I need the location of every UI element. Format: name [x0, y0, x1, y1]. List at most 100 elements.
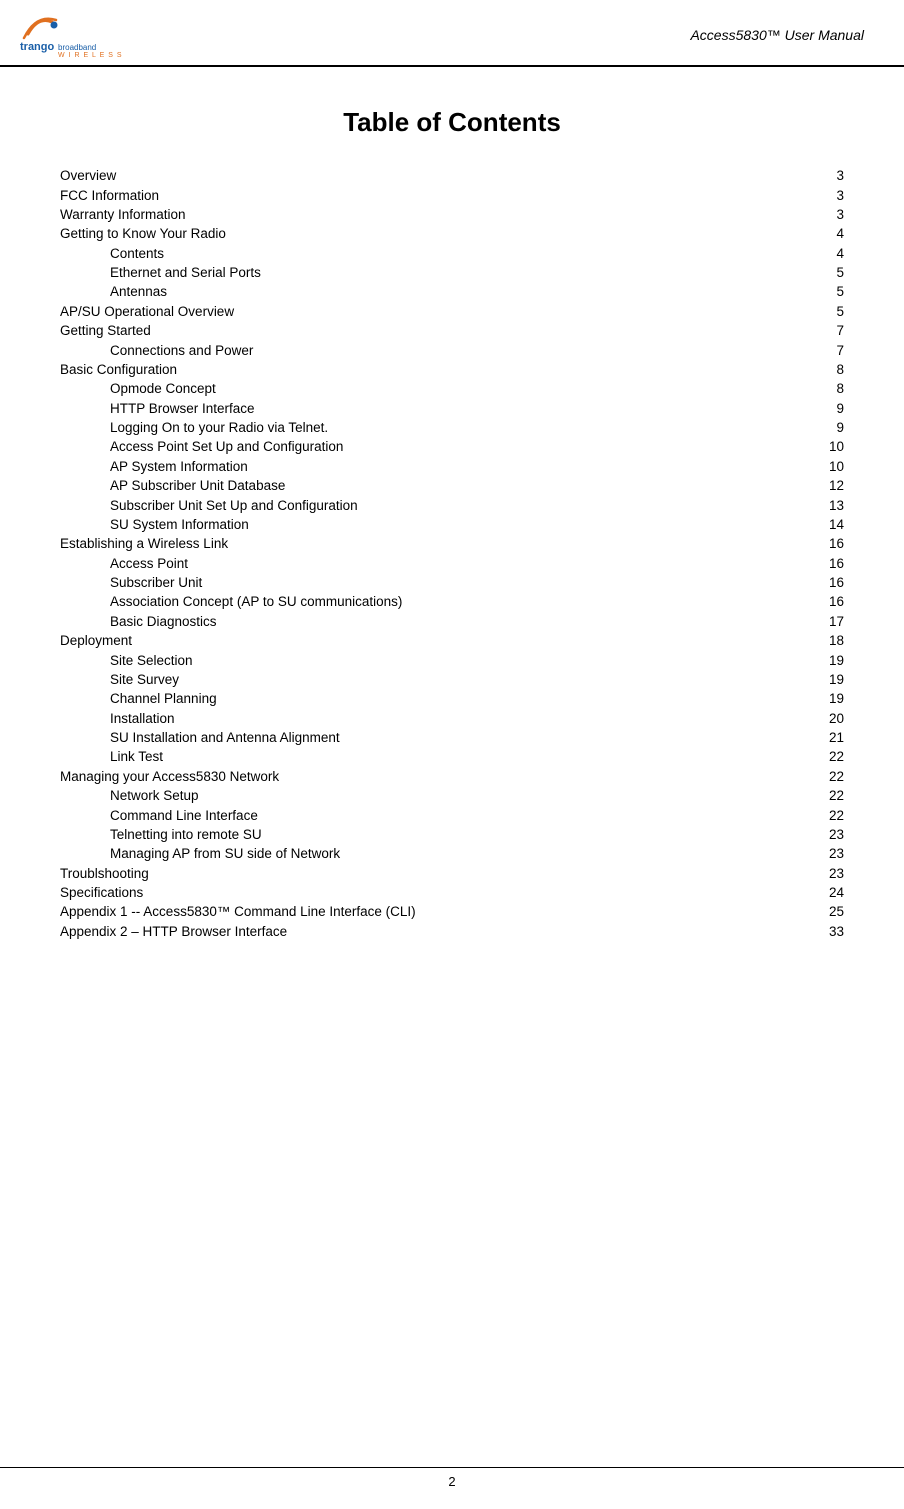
toc-row: Subscriber Unit Set Up and Configuration… — [60, 495, 844, 514]
toc-page: 13 — [726, 495, 844, 514]
svg-text:broadband: broadband — [58, 43, 96, 52]
toc-page: 24 — [726, 883, 844, 902]
toc-row: Specifications24 — [60, 883, 844, 902]
toc-row: Overview3 — [60, 166, 844, 185]
toc-page: 10 — [726, 457, 844, 476]
page-number: 2 — [448, 1474, 455, 1489]
toc-label: Basic Configuration — [60, 360, 726, 379]
toc-row: Deployment18 — [60, 631, 844, 650]
toc-page: 14 — [726, 515, 844, 534]
toc-row: Association Concept (AP to SU communicat… — [60, 592, 844, 611]
toc-label: Managing your Access5830 Network — [60, 767, 726, 786]
toc-label: Appendix 1 -- Access5830™ Command Line I… — [60, 902, 726, 921]
toc-page: 3 — [726, 166, 844, 185]
toc-row: Access Point16 — [60, 554, 844, 573]
toc-page: 5 — [726, 282, 844, 301]
toc-label: AP System Information — [60, 457, 726, 476]
toc-row: Managing your Access5830 Network22 — [60, 767, 844, 786]
toc-page: 19 — [726, 689, 844, 708]
toc-page: 7 — [726, 340, 844, 359]
toc-row: AP/SU Operational Overview5 — [60, 302, 844, 321]
toc-label: Basic Diagnostics — [60, 612, 726, 631]
toc-page: 23 — [726, 825, 844, 844]
toc-heading: Table of Contents — [60, 107, 844, 138]
toc-page: 22 — [726, 805, 844, 824]
toc-row: Link Test22 — [60, 747, 844, 766]
toc-row: Connections and Power7 — [60, 340, 844, 359]
toc-row: Access Point Set Up and Configuration10 — [60, 437, 844, 456]
toc-label: Deployment — [60, 631, 726, 650]
toc-row: Contents4 — [60, 244, 844, 263]
toc-label: Appendix 2 – HTTP Browser Interface — [60, 922, 726, 941]
toc-row: Antennas5 — [60, 282, 844, 301]
toc-label: Managing AP from SU side of Network — [60, 844, 726, 863]
header-title: Access5830™ User Manual — [690, 27, 864, 43]
toc-row: AP Subscriber Unit Database12 — [60, 476, 844, 495]
toc-label: Getting Started — [60, 321, 726, 340]
toc-row: Getting Started7 — [60, 321, 844, 340]
toc-label: Opmode Concept — [60, 379, 726, 398]
toc-page: 12 — [726, 476, 844, 495]
toc-label: Establishing a Wireless Link — [60, 534, 726, 553]
page-header: trango broadband W I R E L E S S Access5… — [0, 0, 904, 67]
toc-page: 22 — [726, 767, 844, 786]
toc-row: Opmode Concept8 — [60, 379, 844, 398]
toc-page: 23 — [726, 864, 844, 883]
toc-label: Subscriber Unit Set Up and Configuration — [60, 495, 726, 514]
toc-label: FCC Information — [60, 185, 726, 204]
logo-area: trango broadband W I R E L E S S — [20, 12, 130, 57]
toc-label: Site Survey — [60, 670, 726, 689]
toc-row: Network Setup22 — [60, 786, 844, 805]
toc-row: HTTP Browser Interface9 — [60, 399, 844, 418]
toc-label: Access Point — [60, 554, 726, 573]
toc-label: Association Concept (AP to SU communicat… — [60, 592, 726, 611]
toc-label: Troublshooting — [60, 864, 726, 883]
toc-page: 9 — [726, 399, 844, 418]
page-container: trango broadband W I R E L E S S Access5… — [0, 0, 904, 1509]
toc-page: 16 — [726, 592, 844, 611]
toc-row: Subscriber Unit16 — [60, 573, 844, 592]
toc-label: Telnetting into remote SU — [60, 825, 726, 844]
toc-row: Establishing a Wireless Link16 — [60, 534, 844, 553]
toc-page: 10 — [726, 437, 844, 456]
toc-page: 23 — [726, 844, 844, 863]
svg-text:trango: trango — [20, 41, 55, 53]
toc-label: Specifications — [60, 883, 726, 902]
toc-row: Command Line Interface22 — [60, 805, 844, 824]
page-footer: 2 — [0, 1467, 904, 1489]
toc-page: 19 — [726, 670, 844, 689]
toc-label: Channel Planning — [60, 689, 726, 708]
toc-page: 5 — [726, 263, 844, 282]
toc-label: Contents — [60, 244, 726, 263]
toc-row: Installation20 — [60, 709, 844, 728]
toc-label: Warranty Information — [60, 205, 726, 224]
toc-page: 4 — [726, 244, 844, 263]
toc-row: Basic Diagnostics17 — [60, 612, 844, 631]
toc-row: Channel Planning19 — [60, 689, 844, 708]
toc-row: Basic Configuration8 — [60, 360, 844, 379]
toc-label: Command Line Interface — [60, 805, 726, 824]
toc-page: 8 — [726, 360, 844, 379]
toc-page: 3 — [726, 205, 844, 224]
toc-table: Overview3FCC Information3Warranty Inform… — [60, 166, 844, 941]
toc-row: Site Survey19 — [60, 670, 844, 689]
logo-box: trango broadband W I R E L E S S — [20, 12, 130, 57]
toc-page: 17 — [726, 612, 844, 631]
toc-page: 3 — [726, 185, 844, 204]
toc-page: 16 — [726, 534, 844, 553]
toc-row: Logging On to your Radio via Telnet.9 — [60, 418, 844, 437]
toc-row: Telnetting into remote SU23 — [60, 825, 844, 844]
logo-svg: trango broadband W I R E L E S S — [20, 12, 130, 57]
toc-page: 9 — [726, 418, 844, 437]
toc-row: SU Installation and Antenna Alignment21 — [60, 728, 844, 747]
toc-label: Antennas — [60, 282, 726, 301]
toc-row: Appendix 1 -- Access5830™ Command Line I… — [60, 902, 844, 921]
toc-label: Getting to Know Your Radio — [60, 224, 726, 243]
svg-text:W I R E L E S S: W I R E L E S S — [58, 52, 123, 57]
toc-label: Connections and Power — [60, 340, 726, 359]
toc-row: Site Selection19 — [60, 650, 844, 669]
toc-row: AP System Information10 — [60, 457, 844, 476]
toc-row: Managing AP from SU side of Network23 — [60, 844, 844, 863]
toc-row: Troublshooting23 — [60, 864, 844, 883]
toc-label: SU System Information — [60, 515, 726, 534]
